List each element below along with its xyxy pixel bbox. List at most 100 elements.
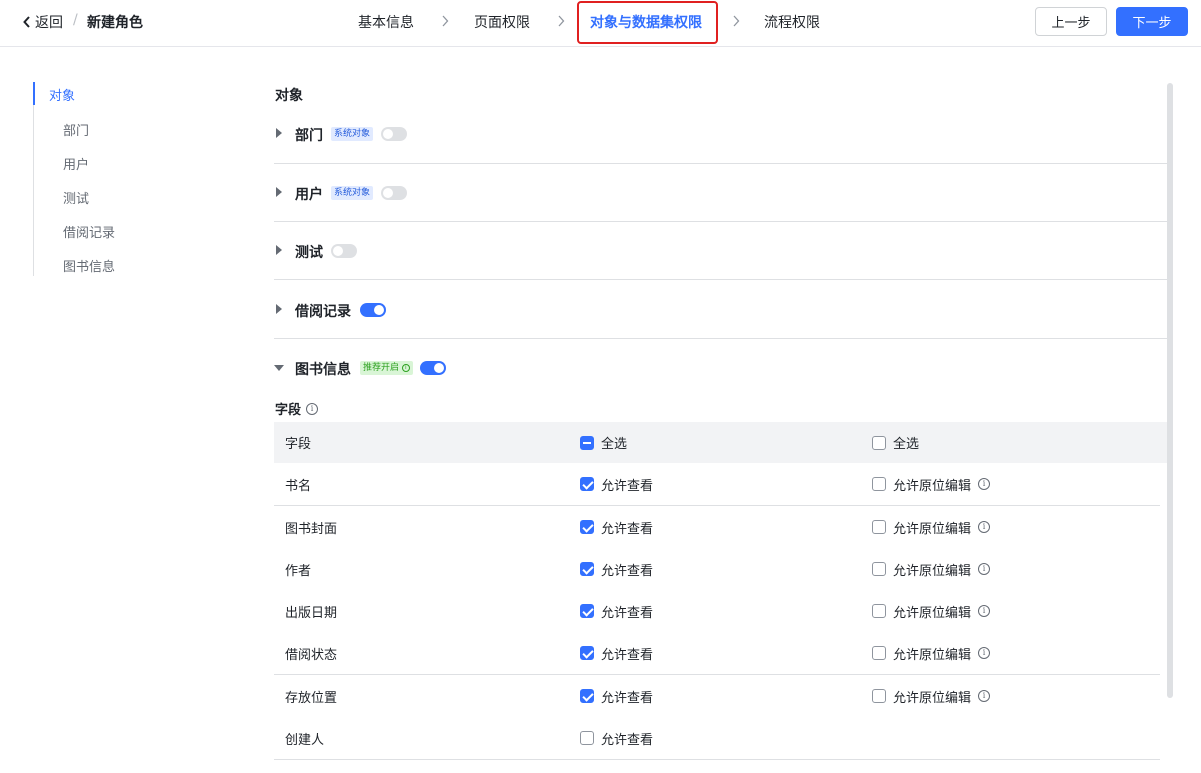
step-page-permission[interactable]: 页面权限 xyxy=(474,12,530,32)
allow-edit-checkbox[interactable] xyxy=(872,689,886,703)
allow-edit[interactable]: 允许原位编辑 i xyxy=(872,548,991,590)
allow-view-checkbox[interactable] xyxy=(580,604,594,618)
allow-edit[interactable]: 允许原位编辑 i xyxy=(872,590,991,632)
object-row-department[interactable]: 部门 系统对象 xyxy=(274,106,1167,164)
allow-view-checkbox[interactable] xyxy=(580,731,594,745)
chevron-left-icon xyxy=(23,16,30,28)
allow-view-label: 允许查看 xyxy=(601,563,654,579)
caret-right-icon[interactable] xyxy=(275,128,283,138)
step-basic-info[interactable]: 基本信息 xyxy=(358,12,414,32)
field-name: 书名 xyxy=(285,478,312,494)
select-all-view-checkbox[interactable] xyxy=(580,435,594,450)
allow-edit-checkbox[interactable] xyxy=(872,477,886,491)
allow-view-label: 允许查看 xyxy=(601,732,654,748)
field-name: 图书封面 xyxy=(285,521,338,537)
allow-edit-label: 允许原位编辑 xyxy=(893,563,972,579)
table-row: 存放位置 允许查看 允许原位编辑 i xyxy=(274,675,1160,718)
allow-edit-checkbox[interactable] xyxy=(872,520,886,534)
object-name: 图书信息 xyxy=(295,362,351,378)
info-icon[interactable]: i xyxy=(978,605,991,617)
object-row-user[interactable]: 用户 系统对象 xyxy=(274,164,1167,222)
anchor-item-department[interactable]: 部门 xyxy=(63,120,89,139)
object-toggle[interactable] xyxy=(381,186,407,200)
anchor-item-test[interactable]: 测试 xyxy=(63,188,89,207)
info-icon[interactable]: i xyxy=(978,690,991,702)
page-title: 新建角色 xyxy=(87,15,143,31)
step-process-permission[interactable]: 流程权限 xyxy=(764,12,820,32)
anchor-item-borrow-records[interactable]: 借阅记录 xyxy=(63,222,115,241)
select-all-edit[interactable]: 全选 xyxy=(872,422,919,463)
object-row-test[interactable]: 测试 xyxy=(274,222,1167,280)
fields-label-text: 字段 xyxy=(275,403,302,418)
caret-right-icon[interactable] xyxy=(275,187,283,197)
back-button[interactable]: 返回 xyxy=(22,12,63,32)
fields-table-header: 字段 全选 全选 xyxy=(274,422,1167,463)
select-all-edit-checkbox[interactable] xyxy=(872,435,886,450)
info-icon[interactable]: i xyxy=(306,402,319,415)
object-toggle[interactable] xyxy=(381,127,407,141)
allow-view-label: 允许查看 xyxy=(601,605,654,621)
allow-view[interactable]: 允许查看 xyxy=(580,675,653,717)
caret-right-icon[interactable] xyxy=(275,245,283,255)
field-name: 存放位置 xyxy=(285,690,338,706)
allow-view[interactable]: 允许查看 xyxy=(580,506,653,548)
allow-edit[interactable]: 允许原位编辑 i xyxy=(872,632,991,674)
field-name: 作者 xyxy=(285,563,312,579)
object-row-borrow-records[interactable]: 借阅记录 xyxy=(274,281,1167,339)
allow-edit-checkbox[interactable] xyxy=(872,604,886,618)
info-icon[interactable]: i xyxy=(978,478,991,490)
allow-view-label: 允许查看 xyxy=(601,478,654,494)
chevron-right-icon xyxy=(558,15,565,27)
allow-view-checkbox[interactable] xyxy=(580,646,594,660)
allow-edit-label: 允许原位编辑 xyxy=(893,478,972,494)
allow-edit-label: 允许原位编辑 xyxy=(893,521,972,537)
prev-step-button[interactable]: 上一步 xyxy=(1035,7,1107,36)
allow-view-label: 允许查看 xyxy=(601,521,654,537)
allow-view-checkbox[interactable] xyxy=(580,562,594,576)
allow-edit-checkbox[interactable] xyxy=(872,646,886,660)
select-all-view[interactable]: 全选 xyxy=(580,422,627,463)
vertical-scrollbar[interactable] xyxy=(1167,83,1173,698)
anchor-item-book-info[interactable]: 图书信息 xyxy=(63,256,115,275)
allow-view-checkbox[interactable] xyxy=(580,520,594,534)
allow-view[interactable]: 允许查看 xyxy=(580,717,653,759)
info-icon[interactable]: i xyxy=(978,647,991,659)
anchor-active-indicator xyxy=(33,82,35,105)
allow-view[interactable]: 允许查看 xyxy=(580,590,653,632)
object-toggle[interactable] xyxy=(360,303,386,317)
allow-edit-checkbox[interactable] xyxy=(872,562,886,576)
field-name: 创建人 xyxy=(285,732,325,748)
select-all-label: 全选 xyxy=(893,437,920,452)
anchor-item-user[interactable]: 用户 xyxy=(63,154,89,173)
table-row: 出版日期 允许查看 允许原位编辑 i xyxy=(274,590,1160,633)
object-name: 借阅记录 xyxy=(295,304,351,320)
caret-right-icon[interactable] xyxy=(275,304,283,314)
object-name: 测试 xyxy=(295,245,323,261)
recommend-tag-label: 推荐开启 xyxy=(363,363,400,373)
object-row-book-info[interactable]: 图书信息 推荐开启 i xyxy=(274,339,1167,397)
top-header: 返回 / 新建角色 基本信息 页面权限 对象与数据集权限 流程权限 上一步 下一… xyxy=(0,0,1201,47)
system-object-tag: 系统对象 xyxy=(331,186,374,200)
info-icon[interactable]: i xyxy=(978,521,991,533)
allow-view[interactable]: 允许查看 xyxy=(580,632,653,674)
allow-edit[interactable]: 允许原位编辑 i xyxy=(872,463,991,505)
anchor-item-objects[interactable]: 对象 xyxy=(49,85,75,104)
allow-view-label: 允许查看 xyxy=(601,647,654,663)
allow-view-checkbox[interactable] xyxy=(580,689,594,703)
next-step-button[interactable]: 下一步 xyxy=(1116,7,1188,36)
object-toggle[interactable] xyxy=(420,361,446,375)
allow-edit-label: 允许原位编辑 xyxy=(893,690,972,706)
step-object-dataset-permission[interactable]: 对象与数据集权限 xyxy=(590,12,702,32)
allow-view[interactable]: 允许查看 xyxy=(580,548,653,590)
back-label: 返回 xyxy=(35,15,63,31)
caret-down-icon[interactable] xyxy=(274,364,284,372)
allow-edit[interactable]: 允许原位编辑 i xyxy=(872,506,991,548)
info-icon[interactable]: i xyxy=(978,563,991,575)
object-toggle[interactable] xyxy=(331,244,357,258)
allow-view[interactable]: 允许查看 xyxy=(580,463,653,505)
table-row: 图书封面 允许查看 允许原位编辑 i xyxy=(274,506,1160,549)
allow-edit[interactable]: 允许原位编辑 i xyxy=(872,675,991,717)
table-row: 借阅状态 允许查看 允许原位编辑 i xyxy=(274,632,1160,675)
allow-view-checkbox[interactable] xyxy=(580,477,594,491)
field-name: 出版日期 xyxy=(285,605,338,621)
